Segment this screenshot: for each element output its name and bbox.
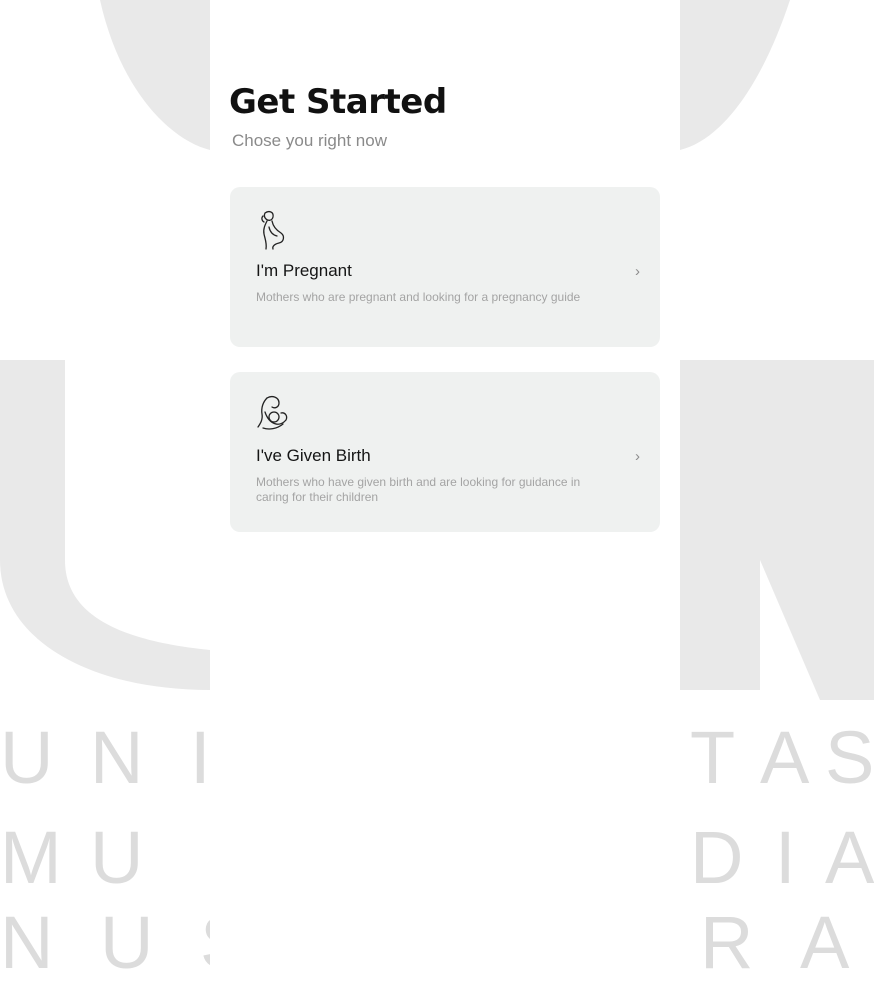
watermark-letter: A	[800, 901, 850, 984]
watermark-letter: R	[700, 901, 754, 984]
page-title: Get Started	[229, 82, 447, 122]
option-title: I'm Pregnant	[256, 261, 352, 280]
watermark-letter: S	[825, 716, 874, 799]
chevron-right-icon: ›	[635, 448, 640, 465]
option-card-pregnant[interactable]: I'm Pregnant Mothers who are pregnant an…	[230, 187, 660, 347]
option-description: Mothers who have given birth and are loo…	[256, 475, 581, 504]
option-description: Mothers who are pregnant and looking for…	[256, 290, 581, 304]
watermark-letter: D	[690, 816, 744, 899]
chevron-right-icon: ›	[635, 263, 640, 280]
mother-holding-baby-icon	[257, 396, 288, 430]
watermark-letter: U	[90, 816, 144, 899]
option-title: I've Given Birth	[256, 446, 371, 465]
pregnant-woman-icon	[261, 210, 285, 250]
watermark-u-left	[0, 360, 210, 690]
watermark-n-right	[680, 360, 874, 700]
option-card-given-birth[interactable]: I've Given Birth Mothers who have given …	[230, 372, 660, 532]
watermark-letter: I	[775, 816, 796, 899]
page-subtitle: Chose you right now	[232, 131, 387, 150]
watermark-letter: A	[825, 816, 874, 899]
watermark-letter: A	[760, 716, 810, 799]
watermark-letter: I	[190, 716, 211, 799]
watermark-letter: M	[0, 816, 62, 899]
watermark-letter: U	[100, 901, 154, 984]
watermark-letter: N	[0, 901, 54, 984]
watermark-letter: N	[90, 716, 144, 799]
watermark-letter: U	[0, 716, 54, 799]
app-screen: Get Started Chose you right now I'm Preg…	[210, 10, 680, 980]
watermark-letter: T	[690, 716, 736, 799]
